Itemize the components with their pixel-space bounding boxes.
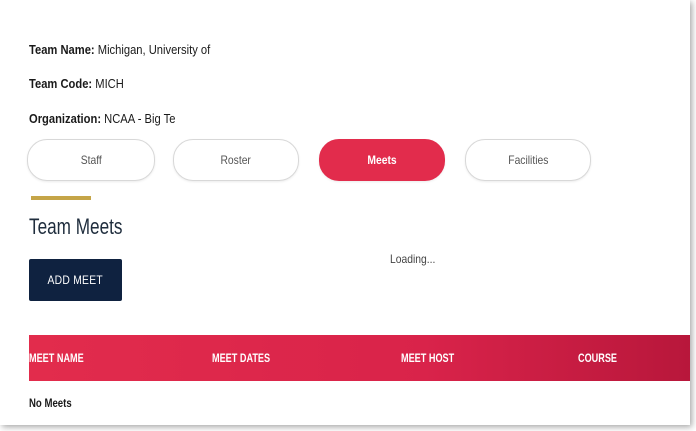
tab-facilities-label: Facilities [507, 153, 549, 167]
column-header-meet-dates[interactable]: MEET DATES [212, 351, 270, 365]
add-meet-button-label: ADD MEET [47, 273, 104, 287]
organization-value: NCAA - Big Te [101, 111, 176, 126]
team-name-row: Team Name: Michigan, University of [29, 42, 210, 57]
team-details-panel: Team Name: Michigan, University of Team … [0, 0, 690, 425]
tab-facilities[interactable]: Facilities [465, 139, 591, 181]
team-name-value: Michigan, University of [94, 42, 211, 57]
column-header-meet-host[interactable]: MEET HOST [401, 351, 454, 365]
tab-meets-label: Meets [367, 153, 397, 167]
loading-indicator: Loading... [390, 252, 436, 266]
empty-table-message: No Meets [29, 396, 72, 410]
tab-bar: Staff Roster Meets Facilities [27, 139, 597, 181]
team-name-label: Team Name: [29, 42, 95, 57]
meets-table-header: MEET NAME MEET DATES MEET HOST COURSE [29, 335, 690, 381]
team-code-row: Team Code: MICH [29, 76, 124, 91]
tab-staff-label: Staff [80, 153, 102, 167]
tab-staff[interactable]: Staff [27, 139, 155, 181]
page-title: Team Meets [29, 214, 123, 239]
tab-roster[interactable]: Roster [173, 139, 299, 181]
team-code-label: Team Code: [29, 76, 93, 91]
section-accent-divider [31, 196, 91, 200]
tab-roster-label: Roster [220, 153, 252, 167]
column-header-course[interactable]: COURSE [578, 351, 617, 365]
column-header-meet-name[interactable]: MEET NAME [29, 351, 84, 365]
team-code-value: MICH [92, 76, 124, 91]
organization-row: Organization: NCAA - Big Te [29, 111, 175, 126]
add-meet-button[interactable]: ADD MEET [29, 259, 122, 301]
tab-meets[interactable]: Meets [319, 139, 445, 181]
organization-label: Organization: [29, 111, 102, 126]
